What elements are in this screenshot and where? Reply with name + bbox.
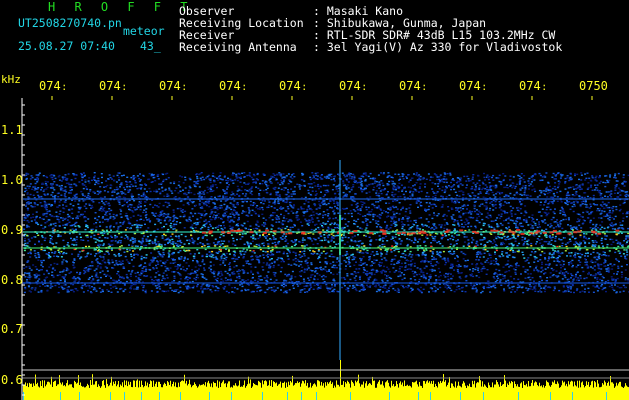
time-tick-label: 074։ — [399, 79, 428, 93]
hrofft-window: H R O F F T UT2508270740.pn meteor 25.08… — [0, 0, 629, 400]
time-tick-label: 074։ — [279, 79, 308, 93]
waterfall-area — [23, 160, 629, 360]
x-axis-ticks — [51, 96, 593, 100]
time-tick-label: 074։ — [99, 79, 128, 93]
waterfall-plot — [21, 96, 629, 400]
antenna-label: Receiving Antenna — [179, 40, 297, 54]
freq-tick-label: 1.1 — [1, 123, 23, 137]
freq-tick-label: 0.6 — [1, 373, 23, 387]
time-tick-label: 074։ — [339, 79, 368, 93]
time-tick-label: 074։ — [459, 79, 488, 93]
time-tick-label: 074։ — [519, 79, 548, 93]
freq-tick-label: 1.0 — [1, 173, 23, 187]
time-tick-label: 074։ — [159, 79, 188, 93]
freq-tick-label: 0.7 — [1, 322, 23, 336]
signal-strength-bars — [23, 360, 629, 400]
count-label: 43_ — [140, 39, 161, 53]
antenna-value: : 3el Yagi(V) Az 330 for Vladivostok — [313, 40, 563, 54]
time-tick-label: 074։ — [39, 79, 68, 93]
app-title: H R O F F T — [48, 0, 194, 14]
time-tick-label: 0750 — [579, 79, 608, 93]
unit-label: kHz — [1, 73, 21, 86]
freq-tick-label: 0.9 — [1, 223, 23, 237]
time-tick-label: 074։ — [219, 79, 248, 93]
datetime-label: 25.08.27 07:40 — [18, 39, 115, 53]
freq-tick-label: 0.8 — [1, 273, 23, 287]
mode-label: meteor — [123, 24, 165, 38]
filename-label: UT2508270740.pn — [18, 16, 122, 30]
